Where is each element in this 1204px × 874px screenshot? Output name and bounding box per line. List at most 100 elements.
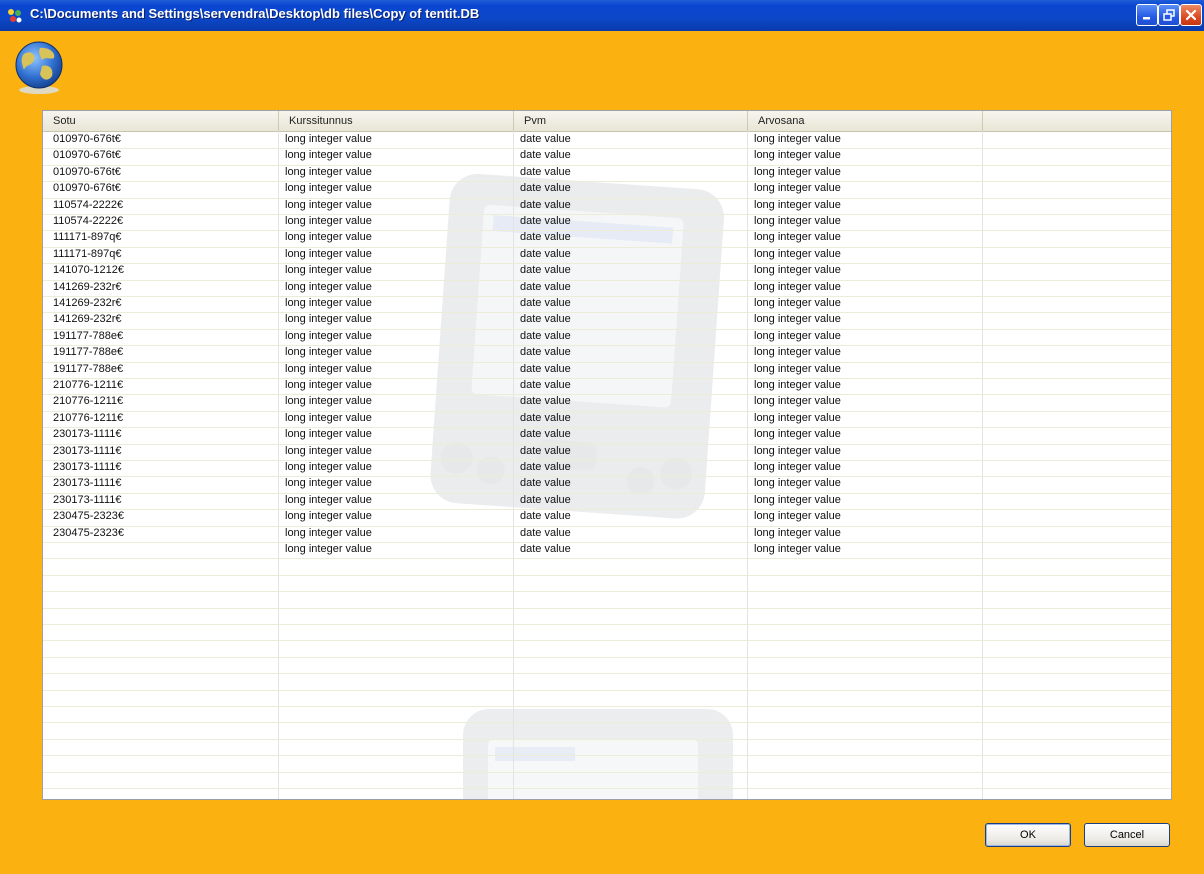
table-cell-arvosana[interactable]: long integer value xyxy=(748,296,841,312)
table-row[interactable]: 210776-1211€ long integer value date value… xyxy=(43,411,1171,427)
table-cell-pvm[interactable]: date value xyxy=(514,280,571,296)
column-header-pvm[interactable]: Pvm xyxy=(514,111,748,131)
table-cell-arvosana[interactable]: long integer value xyxy=(748,214,841,230)
table-row[interactable]: 111171-897q€ long integer value date value… xyxy=(43,247,1171,263)
table-cell-arvosana[interactable]: long integer value xyxy=(748,394,841,410)
table-cell-sotu[interactable]: 191177-788e€ xyxy=(47,345,123,361)
table-cell-sotu[interactable]: 141269-232r€ xyxy=(47,280,122,296)
table-cell-kurssitunnus[interactable]: long integer value xyxy=(279,329,372,345)
table-cell-arvosana[interactable]: long integer value xyxy=(748,509,841,525)
table-row[interactable]: 230173-1111€ long integer value date value… xyxy=(43,460,1171,476)
table-cell-pvm[interactable]: date value xyxy=(514,394,571,410)
table-cell-pvm[interactable]: date value xyxy=(514,493,571,509)
table-row[interactable]: 230475-2323€ long integer value date value… xyxy=(43,509,1171,525)
table-cell-kurssitunnus[interactable]: long integer value xyxy=(279,509,372,525)
table-cell-arvosana[interactable]: long integer value xyxy=(748,165,841,181)
table-cell-pvm[interactable]: date value xyxy=(514,460,571,476)
table-row[interactable]: 191177-788e€ long integer value date value… xyxy=(43,345,1171,361)
table-cell-kurssitunnus[interactable]: long integer value xyxy=(279,247,372,263)
table-cell-arvosana[interactable]: long integer value xyxy=(748,263,841,279)
table-cell-sotu[interactable]: 191177-788e€ xyxy=(47,362,123,378)
table-cell-pvm[interactable]: date value xyxy=(514,542,571,558)
table-cell-sotu[interactable] xyxy=(47,542,53,558)
table-cell-pvm[interactable]: date value xyxy=(514,345,571,361)
table-cell-arvosana[interactable]: long integer value xyxy=(748,444,841,460)
table-cell-pvm[interactable]: date value xyxy=(514,312,571,328)
table-cell-kurssitunnus[interactable]: long integer value xyxy=(279,444,372,460)
table-cell-arvosana[interactable]: long integer value xyxy=(748,411,841,427)
table-row[interactable]: 230173-1111€ long integer value date value… xyxy=(43,444,1171,460)
table-cell-pvm[interactable]: date value xyxy=(514,263,571,279)
table-cell-kurssitunnus[interactable]: long integer value xyxy=(279,280,372,296)
table-row[interactable]: 010970-676t€ long integer value date value… xyxy=(43,165,1171,181)
table-row[interactable]: 111171-897q€ long integer value date value… xyxy=(43,230,1171,246)
table-cell-pvm[interactable]: date value xyxy=(514,181,571,197)
table-cell-pvm[interactable]: date value xyxy=(514,411,571,427)
table-cell-arvosana[interactable]: long integer value xyxy=(748,460,841,476)
minimize-button[interactable] xyxy=(1136,4,1158,26)
table-cell-pvm[interactable]: date value xyxy=(514,476,571,492)
table-cell-kurssitunnus[interactable]: long integer value xyxy=(279,165,372,181)
table-cell-kurssitunnus[interactable]: long integer value xyxy=(279,394,372,410)
table-cell-pvm[interactable]: date value xyxy=(514,165,571,181)
table-row[interactable]: 230173-1111€ long integer value date value… xyxy=(43,476,1171,492)
table-row[interactable]: 110574-2222€ long integer value date value… xyxy=(43,214,1171,230)
table-cell-sotu[interactable]: 141070-1212€ xyxy=(47,263,124,279)
table-cell-pvm[interactable]: date value xyxy=(514,444,571,460)
table-row[interactable]: 010970-676t€ long integer value date value… xyxy=(43,181,1171,197)
table-cell-sotu[interactable]: 230173-1111€ xyxy=(47,460,122,476)
table-cell-kurssitunnus[interactable]: long integer value xyxy=(279,542,372,558)
table-cell-arvosana[interactable]: long integer value xyxy=(748,132,841,148)
table-cell-kurssitunnus[interactable]: long integer value xyxy=(279,378,372,394)
table-cell-arvosana[interactable]: long integer value xyxy=(748,378,841,394)
table-cell-sotu[interactable]: 111171-897q€ xyxy=(47,247,122,263)
table-cell-kurssitunnus[interactable]: long integer value xyxy=(279,296,372,312)
table-cell-pvm[interactable]: date value xyxy=(514,198,571,214)
table-cell-pvm[interactable]: date value xyxy=(514,214,571,230)
table-cell-kurssitunnus[interactable]: long integer value xyxy=(279,214,372,230)
table-row[interactable]: 110574-2222€ long integer value date value… xyxy=(43,198,1171,214)
table-cell-kurssitunnus[interactable]: long integer value xyxy=(279,181,372,197)
table-cell-kurssitunnus[interactable]: long integer value xyxy=(279,230,372,246)
table-row[interactable]: 010970-676t€ long integer value date value… xyxy=(43,132,1171,148)
table-cell-sotu[interactable]: 010970-676t€ xyxy=(47,181,121,197)
table-cell-kurssitunnus[interactable]: long integer value xyxy=(279,411,372,427)
table-cell-sotu[interactable]: 230475-2323€ xyxy=(47,526,124,542)
column-header-kurssitunnus[interactable]: Kurssitunnus xyxy=(279,111,514,131)
table-cell-arvosana[interactable]: long integer value xyxy=(748,312,841,328)
table-cell-pvm[interactable]: date value xyxy=(514,362,571,378)
table-row[interactable]: 230173-1111€ long integer value date value… xyxy=(43,493,1171,509)
table-cell-arvosana[interactable]: long integer value xyxy=(748,198,841,214)
table-cell-kurssitunnus[interactable]: long integer value xyxy=(279,263,372,279)
table-cell-sotu[interactable]: 230173-1111€ xyxy=(47,427,122,443)
table-row[interactable]: 230475-2323€ long integer value date value… xyxy=(43,526,1171,542)
table-row[interactable]: long integer value date value long integer… xyxy=(43,542,1171,558)
table-cell-pvm[interactable]: date value xyxy=(514,329,571,345)
table-cell-kurssitunnus[interactable]: long integer value xyxy=(279,198,372,214)
table-cell-arvosana[interactable]: long integer value xyxy=(748,362,841,378)
table-cell-pvm[interactable]: date value xyxy=(514,378,571,394)
table-cell-pvm[interactable]: date value xyxy=(514,230,571,246)
table-row[interactable]: 141269-232r€ long integer value date value… xyxy=(43,296,1171,312)
table-cell-pvm[interactable]: date value xyxy=(514,148,571,164)
table-cell-arvosana[interactable]: long integer value xyxy=(748,329,841,345)
table-cell-arvosana[interactable]: long integer value xyxy=(748,181,841,197)
table-cell-sotu[interactable]: 230475-2323€ xyxy=(47,509,124,525)
table-row[interactable]: 210776-1211€ long integer value date value… xyxy=(43,394,1171,410)
table-cell-sotu[interactable]: 230173-1111€ xyxy=(47,493,122,509)
table-cell-arvosana[interactable]: long integer value xyxy=(748,345,841,361)
table-cell-sotu[interactable]: 230173-1111€ xyxy=(47,476,122,492)
table-cell-pvm[interactable]: date value xyxy=(514,526,571,542)
table-cell-kurssitunnus[interactable]: long integer value xyxy=(279,345,372,361)
table-cell-kurssitunnus[interactable]: long integer value xyxy=(279,476,372,492)
table-cell-kurssitunnus[interactable]: long integer value xyxy=(279,526,372,542)
table-cell-arvosana[interactable]: long integer value xyxy=(748,542,841,558)
table-cell-kurssitunnus[interactable]: long integer value xyxy=(279,427,372,443)
table-cell-kurssitunnus[interactable]: long integer value xyxy=(279,148,372,164)
table-row[interactable]: 141269-232r€ long integer value date value… xyxy=(43,312,1171,328)
table-cell-sotu[interactable]: 210776-1211€ xyxy=(47,378,123,394)
table-cell-arvosana[interactable]: long integer value xyxy=(748,476,841,492)
table-row[interactable]: 210776-1211€ long integer value date value… xyxy=(43,378,1171,394)
table-cell-arvosana[interactable]: long integer value xyxy=(748,247,841,263)
table-cell-sotu[interactable]: 110574-2222€ xyxy=(47,198,123,214)
